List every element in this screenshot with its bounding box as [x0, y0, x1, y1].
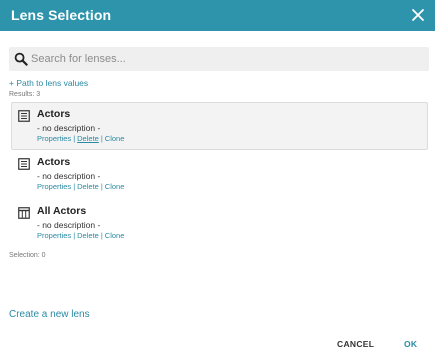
- delete-link[interactable]: Delete: [77, 182, 99, 191]
- close-icon[interactable]: [410, 7, 426, 23]
- search-box[interactable]: [9, 47, 429, 71]
- lens-name: All Actors: [37, 205, 87, 217]
- delete-link[interactable]: Delete: [77, 134, 99, 143]
- dialog-header: Lens Selection: [0, 0, 435, 31]
- lens-item-actors-1[interactable]: Actors - no description - Properties | Del…: [11, 102, 428, 150]
- dialog-title: Lens Selection: [11, 7, 112, 23]
- search-icon: [14, 52, 28, 66]
- lens-description: - no description -: [37, 220, 101, 230]
- cancel-button[interactable]: CANCEL: [337, 339, 374, 349]
- document-list-icon: [18, 109, 30, 122]
- properties-link[interactable]: Properties: [37, 231, 71, 240]
- lens-item-all-actors[interactable]: All Actors - no description - Properties…: [11, 199, 428, 248]
- lens-description: - no description -: [37, 123, 101, 133]
- ok-button[interactable]: OK: [404, 339, 417, 349]
- properties-link[interactable]: Properties: [37, 182, 71, 191]
- create-new-lens-link[interactable]: Create a new lens: [9, 309, 90, 320]
- search-input[interactable]: [31, 50, 421, 68]
- lens-description: - no description -: [37, 171, 101, 181]
- delete-link[interactable]: Delete: [77, 231, 99, 240]
- clone-link[interactable]: Clone: [105, 231, 125, 240]
- lens-item-actors-2[interactable]: Actors - no description - Properties | Del…: [11, 150, 428, 199]
- selection-count: Selection: 0: [9, 252, 46, 259]
- lens-name: Actors: [37, 156, 71, 168]
- lens-list: Actors - no description - Properties | Del…: [11, 102, 428, 248]
- table-icon: [18, 206, 30, 219]
- results-count: Results: 3: [9, 91, 41, 98]
- path-to-lens-values-link[interactable]: + Path to lens values: [9, 78, 88, 88]
- lens-actions: Properties | Delete | Clone: [37, 231, 124, 240]
- lens-name: Actors: [37, 108, 71, 120]
- document-list-icon: [18, 157, 30, 170]
- clone-link[interactable]: Clone: [105, 182, 125, 191]
- clone-link[interactable]: Clone: [105, 134, 125, 143]
- lens-actions: Properties | Delete | Clone: [37, 134, 124, 143]
- properties-link[interactable]: Properties: [37, 134, 71, 143]
- lens-actions: Properties | Delete | Clone: [37, 182, 124, 191]
